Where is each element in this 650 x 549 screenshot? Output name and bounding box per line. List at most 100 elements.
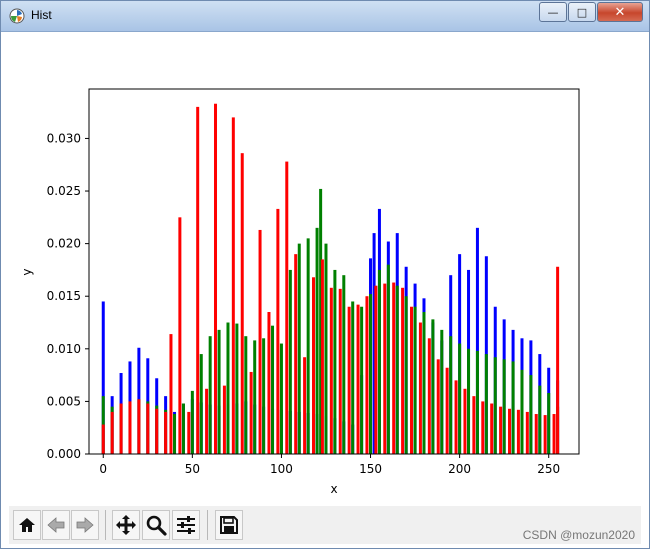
- bar-series-1-19: [271, 325, 275, 454]
- bar-series-2-33: [392, 282, 396, 454]
- bar-series-1-27: [333, 269, 337, 454]
- minimize-icon: —: [547, 5, 559, 19]
- bar-series-2-24: [312, 277, 316, 454]
- bar-series-2-49: [534, 414, 538, 454]
- x-tick-label: 100: [270, 462, 293, 476]
- maximize-button[interactable]: □: [568, 2, 596, 22]
- bar-series-2-16: [240, 153, 244, 454]
- forward-arrow-icon: [76, 517, 94, 533]
- y-tick-label: 0.010: [47, 342, 81, 356]
- bar-series-2-15: [231, 117, 235, 454]
- bars-layer: [101, 103, 560, 455]
- bar-series-2-27: [338, 288, 342, 454]
- bar-series-1-49: [529, 375, 533, 454]
- bar-series-2-0: [101, 424, 105, 454]
- bar-series-1-26: [324, 243, 328, 454]
- bar-series-1-38: [431, 319, 435, 454]
- bar-series-2-30: [365, 296, 369, 454]
- save-floppy-icon: [220, 516, 238, 534]
- bar-series-1-40: [449, 336, 453, 454]
- bar-series-2-5: [146, 403, 150, 454]
- bar-series-2-20: [276, 208, 280, 454]
- bar-series-1-35: [404, 296, 408, 454]
- bar-series-2-35: [410, 306, 414, 454]
- home-button[interactable]: [13, 510, 41, 540]
- watermark-text: CSDN @mozun2020: [522, 528, 635, 542]
- bar-series-2-23: [303, 357, 307, 454]
- bar-series-1-16: [244, 336, 248, 454]
- back-button[interactable]: [42, 510, 70, 540]
- bar-series-2-21: [285, 161, 289, 454]
- bar-series-1-14: [226, 322, 230, 454]
- bar-series-1-11: [199, 354, 203, 454]
- bar-series-1-20: [279, 343, 283, 454]
- bar-series-2-45: [499, 406, 503, 454]
- bar-series-1-23: [306, 238, 310, 454]
- title-bar[interactable]: Hist — □ ✕: [1, 1, 649, 32]
- bar-series-1-48: [520, 369, 524, 454]
- bar-series-1-37: [422, 311, 426, 454]
- bar-series-2-46: [508, 408, 512, 454]
- bar-series-1-24: [315, 227, 319, 454]
- bar-series-2-4: [137, 399, 141, 454]
- x-tick-label: 50: [185, 462, 200, 476]
- bar-series-2-11: [196, 106, 200, 455]
- bar-series-2-38: [436, 359, 440, 454]
- bar-series-2-7: [164, 411, 168, 454]
- app-window: Hist — □ ✕ 0 50 100 150 200 250 0.000 0.005 0.0…: [0, 0, 650, 549]
- y-axis: 0.000 0.005 0.010 0.015 0.020 0.025 0.030: [47, 131, 89, 461]
- pan-button[interactable]: [112, 510, 140, 540]
- histogram-chart: 0 50 100 150 200 250 0.000 0.005 0.010 0.015 0.02…: [20, 88, 580, 496]
- bar-series-2-17: [249, 371, 253, 454]
- maximize-icon: □: [576, 5, 588, 19]
- bar-series-2-18: [258, 229, 262, 454]
- bar-series-1-9: [181, 403, 185, 454]
- bar-series-1-36: [413, 306, 417, 454]
- bar-series-2-39: [445, 367, 449, 454]
- bar-series-1-47: [511, 361, 515, 454]
- figure-canvas[interactable]: 0 50 100 150 200 250 0.000 0.005 0.010 0.015 0.02…: [9, 32, 641, 506]
- bar-series-2-37: [427, 338, 431, 454]
- y-tick-label: 0.015: [47, 289, 81, 303]
- bar-series-2-42: [472, 396, 476, 454]
- bar-series-2-51: [552, 414, 556, 454]
- bar-series-2-25: [320, 259, 324, 454]
- bar-series-1-33: [386, 264, 390, 454]
- bar-series-2-3: [128, 401, 132, 454]
- y-tick-label: 0.030: [47, 131, 81, 145]
- bar-series-2-1: [110, 411, 114, 454]
- bar-series-1-21: [288, 269, 292, 454]
- bar-series-2-10: [187, 411, 191, 454]
- bar-series-2-48: [525, 411, 529, 454]
- y-tick-label: 0.025: [47, 184, 81, 198]
- save-button[interactable]: [215, 510, 243, 540]
- bar-series-1-34: [395, 285, 399, 454]
- y-tick-label: 0.000: [47, 447, 81, 461]
- bar-series-1-18: [262, 338, 266, 454]
- bar-series-1-42: [467, 348, 471, 454]
- bar-series-2-50: [543, 415, 547, 454]
- configure-subplots-button[interactable]: [172, 510, 200, 540]
- x-axis-label: x: [330, 482, 337, 496]
- bar-series-1-15: [235, 323, 239, 454]
- forward-button[interactable]: [71, 510, 99, 540]
- bar-series-2-44: [490, 403, 494, 454]
- x-axis: 0 50 100 150 200 250: [99, 454, 560, 476]
- home-icon: [19, 518, 35, 532]
- minimize-button[interactable]: —: [539, 2, 567, 22]
- bar-series-2-41: [463, 388, 467, 454]
- y-axis-label: y: [20, 268, 34, 275]
- matplotlib-icon: [9, 8, 25, 24]
- configure-subplots-icon: [177, 516, 195, 534]
- bar-series-1-29: [351, 301, 355, 454]
- bar-series-2-40: [454, 380, 458, 454]
- window-controls: — □ ✕: [538, 2, 643, 22]
- bar-series-2-6: [155, 408, 159, 454]
- bar-series-1-17: [253, 340, 257, 454]
- toolbar-separator: [207, 510, 208, 540]
- bar-series-1-45: [493, 357, 497, 454]
- x-tick-label: 150: [359, 462, 382, 476]
- bar-series-2-47: [516, 409, 520, 454]
- close-button[interactable]: ✕: [597, 2, 643, 22]
- zoom-button[interactable]: [142, 510, 170, 540]
